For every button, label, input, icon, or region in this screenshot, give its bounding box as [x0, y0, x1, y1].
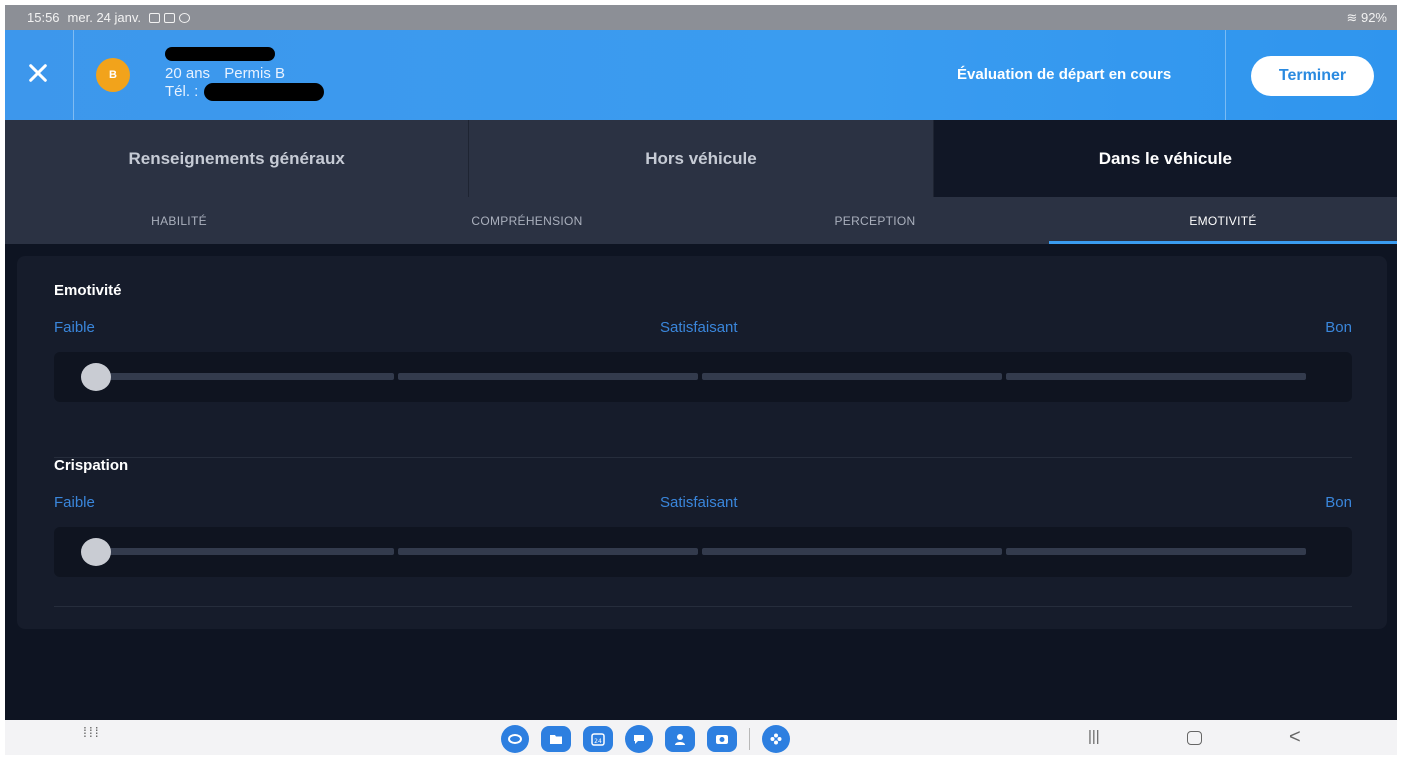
dock-separator	[749, 728, 750, 750]
messages-icon[interactable]	[625, 725, 653, 753]
rating-slider[interactable]	[54, 527, 1352, 577]
browser-icon[interactable]	[501, 725, 529, 753]
subtab-understanding[interactable]: COMPRÉHENSION	[353, 197, 701, 244]
phone-redacted	[204, 83, 325, 101]
scale-mid-label: Satisfaisant	[660, 319, 738, 336]
scale-high-label: Bon	[1325, 319, 1352, 336]
rating-slider[interactable]	[54, 352, 1352, 402]
sync-notification-icon	[179, 12, 191, 23]
camera-icon[interactable]	[707, 726, 737, 752]
message-notification-icon	[164, 12, 176, 23]
rating-scale-labels: Faible Satisfaisant Bon	[54, 319, 1352, 337]
criterion-tension: Crispation Faible Satisfaisant Bon	[54, 457, 1352, 607]
slider-segment[interactable]	[702, 548, 1002, 555]
scale-mid-label: Satisfaisant	[660, 494, 738, 511]
gallery-notification-icon	[149, 12, 161, 23]
slider-segment[interactable]	[398, 548, 698, 555]
slider-segment[interactable]	[94, 548, 394, 555]
header-divider	[73, 30, 74, 120]
system-nav-bar: ⁞⁞⁞ 24 ||| <	[5, 720, 1397, 755]
tab-general-info[interactable]: Renseignements généraux	[5, 120, 470, 197]
apps-grid-icon[interactable]: ⁞⁞⁞	[83, 725, 101, 747]
wifi-icon: ≋	[1346, 9, 1361, 25]
calendar-icon[interactable]: 24	[583, 726, 613, 752]
slider-thumb[interactable]	[81, 538, 111, 566]
criterion-title: Crispation	[54, 457, 129, 474]
phone-label: Tél. :	[165, 83, 199, 100]
tab-in-vehicle[interactable]: Dans le véhicule	[933, 120, 1397, 197]
main-tabs: Renseignements généraux Hors véhicule Da…	[5, 120, 1397, 197]
criterion-title: Emotivité	[54, 282, 122, 299]
student-meta: 20 ans Permis B	[165, 65, 324, 83]
scale-high-label: Bon	[1325, 494, 1352, 511]
tab-outside-vehicle[interactable]: Hors véhicule	[469, 120, 934, 197]
section-divider	[54, 606, 1352, 607]
app-dock: 24	[501, 725, 790, 753]
avatar: B	[96, 58, 130, 92]
slider-segment[interactable]	[1006, 373, 1306, 380]
close-button[interactable]	[15, 50, 61, 96]
status-date: mer. 24 janv.	[67, 10, 142, 25]
criterion-emotivity: Emotivité Faible Satisfaisant Bon	[54, 282, 1352, 458]
contacts-icon[interactable]	[665, 726, 695, 752]
back-icon[interactable]: <	[1289, 726, 1301, 749]
slider-thumb[interactable]	[81, 363, 111, 391]
student-name-redacted	[165, 47, 275, 61]
home-icon[interactable]	[1187, 731, 1202, 745]
status-notification-icons	[149, 12, 191, 23]
app-frame: 15:56 mer. 24 janv. ≋ 92% B 20 ans Permi…	[5, 5, 1397, 755]
evaluation-status: Évaluation de départ en cours	[957, 66, 1172, 83]
slider-segment[interactable]	[1006, 548, 1306, 555]
scale-low-label: Faible	[54, 319, 95, 336]
student-age: 20 ans	[165, 65, 211, 82]
battery-percent: 92%	[1360, 9, 1387, 25]
sub-tabs: HABILITÉ COMPRÉHENSION PERCEPTION EMOTIV…	[5, 197, 1397, 244]
close-icon	[29, 64, 47, 82]
header-divider-right	[1225, 30, 1226, 120]
student-info: 20 ans Permis B Tél. :	[165, 47, 325, 101]
student-licence: Permis B	[224, 65, 286, 82]
slider-segment[interactable]	[398, 373, 698, 380]
status-time: 15:56	[27, 10, 60, 25]
files-icon[interactable]	[541, 726, 571, 752]
subtab-skill[interactable]: HABILITÉ	[5, 197, 353, 244]
rating-scale-labels: Faible Satisfaisant Bon	[54, 494, 1352, 512]
finish-button[interactable]: Terminer	[1251, 56, 1374, 96]
status-bar: 15:56 mer. 24 janv. ≋ 92%	[5, 5, 1397, 30]
subtab-perception[interactable]: PERCEPTION	[701, 197, 1049, 244]
recent-apps-icon[interactable]: |||	[1088, 728, 1100, 745]
app-header: B 20 ans Permis B Tél. : Évaluation de d…	[5, 30, 1397, 120]
scale-low-label: Faible	[54, 494, 95, 511]
slider-segment[interactable]	[94, 373, 394, 380]
svg-text:24: 24	[594, 738, 602, 745]
evaluation-card: Emotivité Faible Satisfaisant Bon Crispa…	[17, 256, 1387, 629]
student-phone: Tél. :	[165, 83, 325, 101]
slider-segment[interactable]	[702, 373, 1002, 380]
subtab-emotivity[interactable]: EMOTIVITÉ	[1049, 197, 1397, 244]
battery-level: ≋ 92%	[1346, 10, 1387, 26]
flower-app-icon[interactable]	[762, 725, 790, 753]
